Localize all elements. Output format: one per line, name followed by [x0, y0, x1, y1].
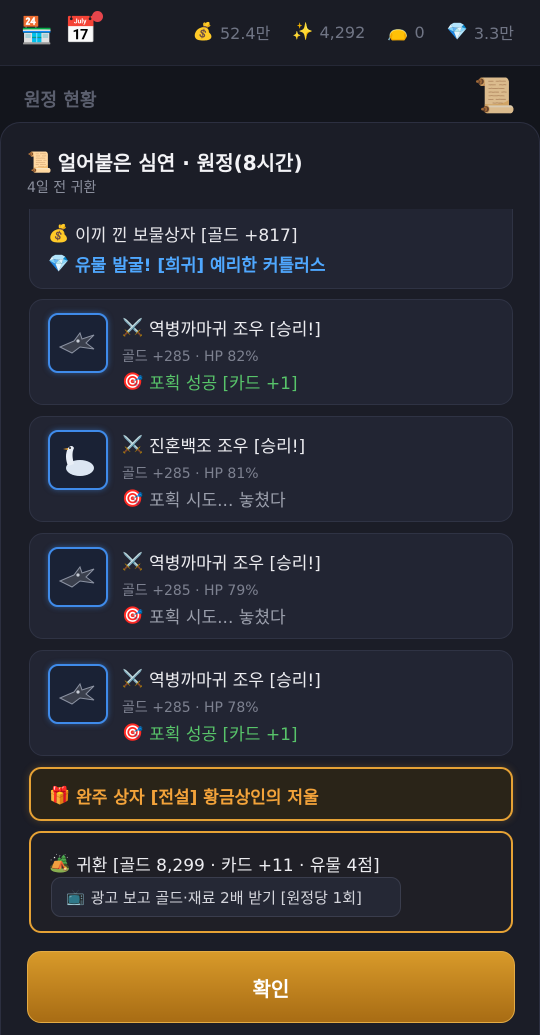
camping-icon: 🏕️ [49, 853, 71, 874]
gem-value: 3.3만 [473, 24, 514, 43]
battle-card: ⚔️ 역병까마귀 조우 [승리!] 골드 +285 · HP 79% 🎯 포획 … [29, 533, 513, 639]
crossed-swords-icon: ⚔️ [122, 551, 144, 572]
bag-stat: 👝 0 [387, 22, 424, 42]
return-summary: 🏕️ 귀환 [골드 8,299 · 카드 +11 · 유물 4점] 📺 광고 보… [29, 831, 513, 933]
watch-ad-label: 광고 보고 골드·재료 2배 받기 [원정당 1회] [90, 888, 362, 907]
battle-card: ⚔️ 진혼백조 조우 [승리!] 골드 +285 · HP 81% 🎯 포획 시… [29, 416, 513, 522]
crow-thumbnail [48, 664, 108, 724]
gold-value: 52.4만 [219, 24, 271, 43]
loot-line-relic: 💎 유물 발굴! [희귀] 예리한 커틀러스 [48, 251, 326, 277]
loot-relic-text: 유물 발굴! [희귀] 예리한 커틀러스 [75, 256, 326, 276]
battle-title-text: 역병까마귀 조우 [승리!] [149, 671, 321, 691]
expedition-result-modal: 📜 얼어붙은 심연 · 원정(8시간) 4일 전 귀환 💰 이끼 낀 보물상자 … [0, 122, 540, 1035]
swan-thumbnail [48, 430, 108, 490]
completion-chest-text: 완주 상자 [전설] 황금상인의 저울 [76, 788, 319, 808]
crossed-swords-icon: ⚔️ [122, 668, 144, 689]
capture-result: 🎯 포획 시도... 놓쳤다 [122, 603, 286, 629]
confirm-button[interactable]: 확인 [27, 951, 515, 1023]
loot-card: 💰 이끼 낀 보물상자 [골드 +817] 💎 유물 발굴! [희귀] 예리한 … [29, 209, 513, 289]
resource-stats: 💰 52.4만 ✨ 4,292 👝 0 💎 3.3만 [193, 20, 514, 44]
battle-title: ⚔️ 역병까마귀 조우 [승리!] [122, 315, 321, 341]
crow-thumbnail [48, 547, 108, 607]
bag-value: 0 [414, 22, 425, 42]
sparkle-stat: ✨ 4,292 [292, 22, 365, 42]
sparkle-icon: ✨ [292, 22, 314, 42]
crossed-swords-icon: ⚔️ [122, 317, 144, 338]
battle-stats: 골드 +285 · HP 82% [122, 349, 259, 365]
capture-result: 🎯 포획 성공 [카드 +1] [122, 369, 298, 395]
gem-stat: 💎 3.3만 [447, 20, 514, 44]
top-bar: 🏪 📅 💰 52.4만 ✨ 4,292 👝 0 💎 3.3만 [0, 0, 540, 66]
target-icon: 🎯 [122, 605, 144, 626]
target-icon: 🎯 [122, 371, 144, 392]
gem-icon: 💎 [446, 22, 468, 42]
modal-subtitle: 4일 전 귀환 [27, 180, 97, 196]
crow-thumbnail [48, 313, 108, 373]
scroll-icon[interactable]: 📜 [474, 76, 516, 116]
target-icon: 🎯 [122, 722, 144, 743]
battle-card: ⚔️ 역병까마귀 조우 [승리!] 골드 +285 · HP 82% 🎯 포획 … [29, 299, 513, 405]
completion-chest-text-row: 🎁 완주 상자 [전설] 황금상인의 저울 [49, 783, 319, 809]
battle-title-text: 역병까마귀 조우 [승리!] [149, 320, 321, 340]
pouch-icon: 👝 [387, 22, 409, 42]
modal-title-text: 얼어붙은 심연 · 원정(8시간) [57, 151, 303, 175]
shop-stall-icon[interactable]: 🏪 [20, 14, 54, 48]
money-bag-icon: 💰 [48, 223, 70, 244]
gift-icon: 🎁 [49, 785, 71, 806]
watch-ad-double-button[interactable]: 📺 광고 보고 골드·재료 2배 받기 [원정당 1회] [51, 877, 401, 917]
battle-stats: 골드 +285 · HP 79% [122, 583, 259, 599]
capture-text: 포획 시도... 놓쳤다 [149, 608, 286, 628]
gold-stat: 💰 52.4만 [193, 20, 271, 44]
battle-title: ⚔️ 역병까마귀 조우 [승리!] [122, 549, 321, 575]
battle-title: ⚔️ 진혼백조 조우 [승리!] [122, 432, 306, 458]
battle-title: ⚔️ 역병까마귀 조우 [승리!] [122, 666, 321, 692]
modal-title: 📜 얼어붙은 심연 · 원정(8시간) [27, 147, 303, 176]
battle-card: ⚔️ 역병까마귀 조우 [승리!] 골드 +285 · HP 78% 🎯 포획 … [29, 650, 513, 756]
return-summary-row: 🏕️ 귀환 [골드 8,299 · 카드 +11 · 유물 4점] [49, 851, 380, 877]
capture-text: 포획 성공 [카드 +1] [149, 725, 298, 745]
capture-result: 🎯 포획 성공 [카드 +1] [122, 720, 298, 746]
loot-chest-text: 이끼 낀 보물상자 [골드 +817] [75, 226, 298, 246]
capture-text: 포획 시도... 놓쳤다 [149, 491, 286, 511]
tv-icon: 📺 [66, 888, 85, 906]
return-summary-text: 귀환 [골드 8,299 · 카드 +11 · 유물 4점] [76, 856, 380, 876]
completion-chest-banner: 🎁 완주 상자 [전설] 황금상인의 저울 [29, 767, 513, 821]
sparkle-value: 4,292 [319, 22, 366, 42]
battle-title-text: 역병까마귀 조우 [승리!] [149, 554, 321, 574]
loot-line-chest: 💰 이끼 낀 보물상자 [골드 +817] [48, 221, 298, 247]
expedition-log-list[interactable]: 💰 이끼 낀 보물상자 [골드 +817] 💎 유물 발굴! [희귀] 예리한 … [29, 209, 513, 759]
target-icon: 🎯 [122, 488, 144, 509]
money-bag-icon: 💰 [192, 22, 214, 42]
crossed-swords-icon: ⚔️ [122, 434, 144, 455]
notification-dot [92, 11, 103, 22]
battle-title-text: 진혼백조 조우 [승리!] [149, 437, 306, 457]
battle-stats: 골드 +285 · HP 78% [122, 700, 259, 716]
expedition-status-title: 원정 현황 [24, 90, 97, 111]
gem-icon: 💎 [48, 253, 70, 274]
capture-text: 포획 성공 [카드 +1] [149, 374, 298, 394]
battle-stats: 골드 +285 · HP 81% [122, 466, 259, 482]
scroll-icon: 📜 [27, 149, 52, 174]
capture-result: 🎯 포획 시도... 놓쳤다 [122, 486, 286, 512]
